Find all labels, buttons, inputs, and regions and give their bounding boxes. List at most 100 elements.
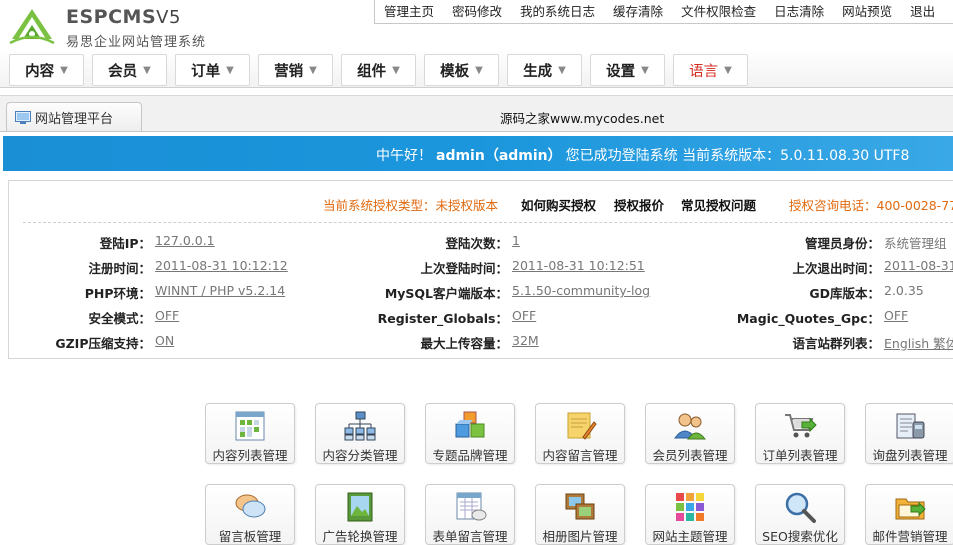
logo-tagline: 易思企业网站管理系统 [66,35,207,50]
chevron-down-icon: ▼ [641,64,649,76]
chevron-down-icon: ▼ [143,64,151,76]
menu-marketing[interactable]: 营销 ▼ [258,54,333,86]
info-label: Register_Globals： [377,311,508,326]
header: ESPCMSV5 易思企业网站管理系统 管理主页 密码修改 我的系统日志 缓存清… [0,0,953,50]
topnav-file-permission[interactable]: 文件权限检查 [672,1,765,22]
welcome-text: 中午好！ admin（admin） 您已成功登陆系统 当前系统版本：5.0.11.0… [376,145,909,165]
info-value[interactable]: 1 [512,233,520,248]
info-value[interactable]: 5.1.50-community-log [512,283,650,298]
system-info-panel: 当前系统授权类型：未授权版本 如何购买授权 授权报价 常见授权问题 授权咨询电话… [8,180,953,359]
topnav-clear-log[interactable]: 日志清除 [765,1,833,22]
logo-brand-esp: ESP [66,6,109,28]
menu-label: 语言 [689,63,719,80]
shortcut-label: 邮件营销管理 [872,529,948,544]
shortcut-label: 会员列表管理 [652,448,728,463]
shortcut-inquiry[interactable]: 询盘列表管理 [865,403,953,464]
menu-component[interactable]: 组件 ▼ [341,54,416,86]
tab-site-admin[interactable]: 网站管理平台 [6,102,142,131]
espcms-logo[interactable]: ESPCMSV5 易思企业网站管理系统 [8,3,218,50]
shortcut-label: 表单留言管理 [432,529,508,544]
menu-language[interactable]: 语言 ▼ [673,54,748,86]
info-value[interactable]: 2011-08-31 10:12:12 [155,258,288,273]
info-value[interactable]: ON [155,333,174,348]
main-navigation: 内容 ▼ 会员 ▼ 订单 ▼ 营销 ▼ 组件 ▼ 模板 ▼ 生成 ▼ 设置 ▼ 语言 ▼ [0,50,953,88]
menu-label: 组件 [357,63,387,80]
shortcut-members[interactable]: 会员列表管理 [645,403,735,464]
shortcut-label: 订单列表管理 [762,448,838,463]
magnifier-icon [785,492,816,523]
info-value: 系统管理组 [884,236,947,251]
shortcut-forms[interactable]: 表单留言管理 [425,484,515,545]
shortcut-guestbook[interactable]: 留言板管理 [205,484,295,545]
info-value[interactable]: OFF [155,308,179,323]
chevron-down-icon: ▼ [475,64,483,76]
shortcut-mail[interactable]: 邮件营销管理 [865,484,953,545]
info-value[interactable]: WINNT / PHP v5.2.14 [155,283,285,298]
info-label: 管理员身份： [804,236,880,251]
info-label: 登陆次数： [445,236,508,251]
license-row: 当前系统授权类型：未授权版本 如何购买授权 授权报价 常见授权问题 授权咨询电话… [9,195,953,214]
welcome-banner: 中午好！ admin（admin） 您已成功登陆系统 当前系统版本：5.0.11.0… [3,136,953,171]
cart-icon [785,414,817,438]
info-label: 安全模式： [88,311,151,326]
monitor-icon [15,110,31,124]
topnav-password[interactable]: 密码修改 [443,1,511,22]
shortcut-seo[interactable]: SEO搜索优化 [755,484,845,545]
topnav-clear-cache[interactable]: 缓存清除 [604,1,672,22]
chevron-down-icon: ▼ [392,64,400,76]
topnav-logout[interactable]: 退出 [901,1,944,22]
info-value[interactable]: English 繁体 [884,333,953,352]
info-label: 上次登陆时间： [420,261,508,276]
license-faq-link[interactable]: 常见授权问题 [681,195,756,214]
shortcut-label: SEO搜索优化 [762,529,838,544]
menu-generate[interactable]: 生成 ▼ [507,54,582,86]
greeting: 中午好！ [376,148,432,164]
info-label: 最大上传容量： [420,336,508,351]
tab-label: 网站管理平台 [35,111,114,127]
shortcut-brand[interactable]: 专题品牌管理 [425,403,515,464]
menu-label: 订单 [191,63,221,80]
inquiry-icon [896,413,925,439]
info-label: 上次退出时间： [792,261,880,276]
license-phone: 授权咨询电话：400-0028-771 [789,198,953,213]
chat-bubble-icon [235,494,266,518]
info-label: 语言站群列表： [792,336,880,351]
how-to-buy-link[interactable]: 如何购买授权 [521,195,596,214]
license-price-link[interactable]: 授权报价 [614,195,664,214]
info-row: 注册时间： 2011-08-31 10:12:12 上次登陆时间： 2011-0… [9,258,953,276]
menu-label: 会员 [108,63,138,80]
info-value[interactable]: 32M [512,333,539,348]
topnav-my-log[interactable]: 我的系统日志 [511,1,604,22]
shortcut-orders[interactable]: 订单列表管理 [755,403,845,464]
menu-label: 营销 [274,63,304,80]
shortcut-album[interactable]: 相册图片管理 [535,484,625,545]
topnav-preview[interactable]: 网站预览 [833,1,901,22]
menu-content[interactable]: 内容 ▼ [9,54,84,86]
info-value[interactable]: 2011-08-31 1 [884,258,953,273]
shortcut-grid: 内容列表管理 内容分类管理 专题品牌管理 内容留言管理 会员列表管理 订单列表管… [0,403,953,545]
menu-order[interactable]: 订单 ▼ [175,54,250,86]
info-value[interactable]: 2011-08-31 10:12:51 [512,258,645,273]
shortcut-ads[interactable]: 广告轮换管理 [315,484,405,545]
menu-template[interactable]: 模板 ▼ [424,54,499,86]
menu-member[interactable]: 会员 ▼ [92,54,167,86]
divider [23,222,953,223]
info-value[interactable]: OFF [512,308,536,323]
shortcut-content-list[interactable]: 内容列表管理 [205,403,295,464]
info-label: GZIP压缩支持： [55,336,151,351]
shortcut-theme[interactable]: 网站主题管理 [645,484,735,545]
photo-frames-icon [565,493,595,520]
shortcut-label: 询盘列表管理 [872,448,948,463]
info-value[interactable]: OFF [884,308,908,323]
logo-brand-cms: CMS [108,6,157,28]
info-label: MySQL客户端版本： [384,286,508,301]
topnav-home[interactable]: 管理主页 [375,1,443,22]
menu-settings[interactable]: 设置 ▼ [590,54,665,86]
shortcut-category[interactable]: 内容分类管理 [315,403,405,464]
category-tree-icon [344,411,376,441]
login-message: 您已成功登陆系统 当前系统版本：5.0.11.08.30 UTF8 [565,148,910,164]
shortcut-comments[interactable]: 内容留言管理 [535,403,625,464]
info-value[interactable]: 127.0.0.1 [155,233,215,248]
site-watermark: 源码之家www.mycodes.net [500,111,665,126]
members-icon [674,413,707,440]
